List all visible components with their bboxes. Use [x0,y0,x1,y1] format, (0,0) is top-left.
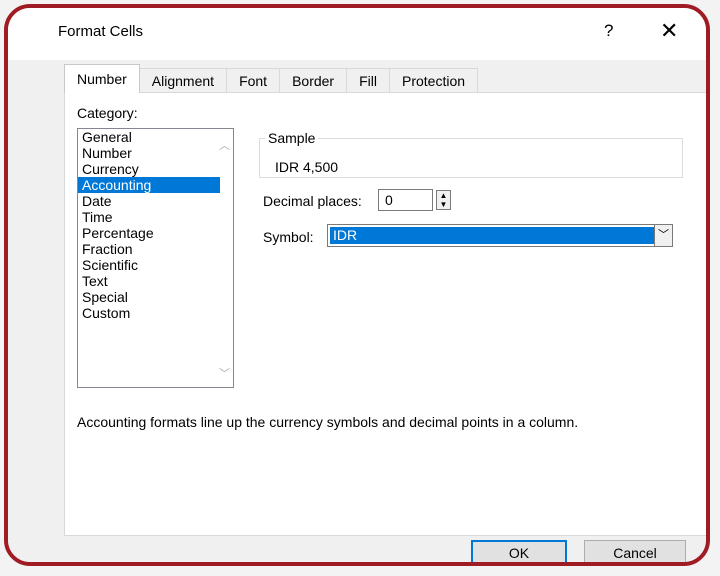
category-item[interactable]: Date [78,193,220,209]
chevron-down-icon[interactable]: ﹀ [654,225,672,246]
category-item[interactable]: Scientific [78,257,220,273]
cancel-button[interactable]: Cancel [584,540,686,562]
scroll-down-icon[interactable]: ﹀ [219,365,230,381]
category-item[interactable]: General [78,129,220,145]
category-item-selected[interactable]: Accounting [78,177,220,193]
category-item[interactable]: Text [78,273,220,289]
close-button[interactable]: ✕ [660,18,678,44]
category-item[interactable]: Percentage [78,225,220,241]
help-button[interactable]: ? [604,21,613,41]
category-item[interactable]: Time [78,209,220,225]
number-tab-panel: Category: General Number Currency Accoun… [64,92,706,536]
sample-value: IDR 4,500 [275,159,339,175]
category-item[interactable]: Number [78,145,220,161]
scroll-up-icon[interactable]: ︿ [219,137,230,153]
title-bar: Format Cells ? ✕ [8,8,706,60]
symbol-dropdown[interactable]: IDR ﹀ [327,224,673,247]
tab-fill[interactable]: Fill [346,68,390,93]
ok-button[interactable]: OK [471,540,567,562]
tab-border[interactable]: Border [279,68,348,93]
tab-strip: Number Alignment Font Border Fill Protec… [64,64,479,93]
tab-font[interactable]: Font [226,68,281,93]
category-description: Accounting formats line up the currency … [77,414,579,430]
dialog-title: Format Cells [58,23,144,40]
decimal-places-label: Decimal places: [263,193,362,209]
tab-alignment[interactable]: Alignment [138,68,228,93]
decimal-places-input[interactable]: 0 [378,189,433,211]
category-item[interactable]: Currency [78,161,220,177]
tab-number[interactable]: Number [64,64,140,93]
category-label: Category: [77,105,138,121]
category-listbox[interactable]: General Number Currency Accounting Date … [77,128,234,388]
sample-label: Sample [265,130,319,146]
category-item[interactable]: Fraction [78,241,220,257]
format-cells-dialog: Format Cells ? ✕ Number Alignment Font B… [4,4,710,566]
dialog-body: Number Alignment Font Border Fill Protec… [8,60,706,562]
symbol-selected-value[interactable]: IDR [330,227,657,244]
symbol-label: Symbol: [263,229,314,245]
category-item[interactable]: Custom [78,305,220,321]
decimal-places-spinner[interactable]: ▲ ▼ [436,190,451,210]
tab-protection[interactable]: Protection [389,68,479,93]
category-item[interactable]: Special [78,289,220,305]
spin-up-icon[interactable]: ▲ [437,191,450,200]
spin-down-icon[interactable]: ▼ [437,200,450,209]
